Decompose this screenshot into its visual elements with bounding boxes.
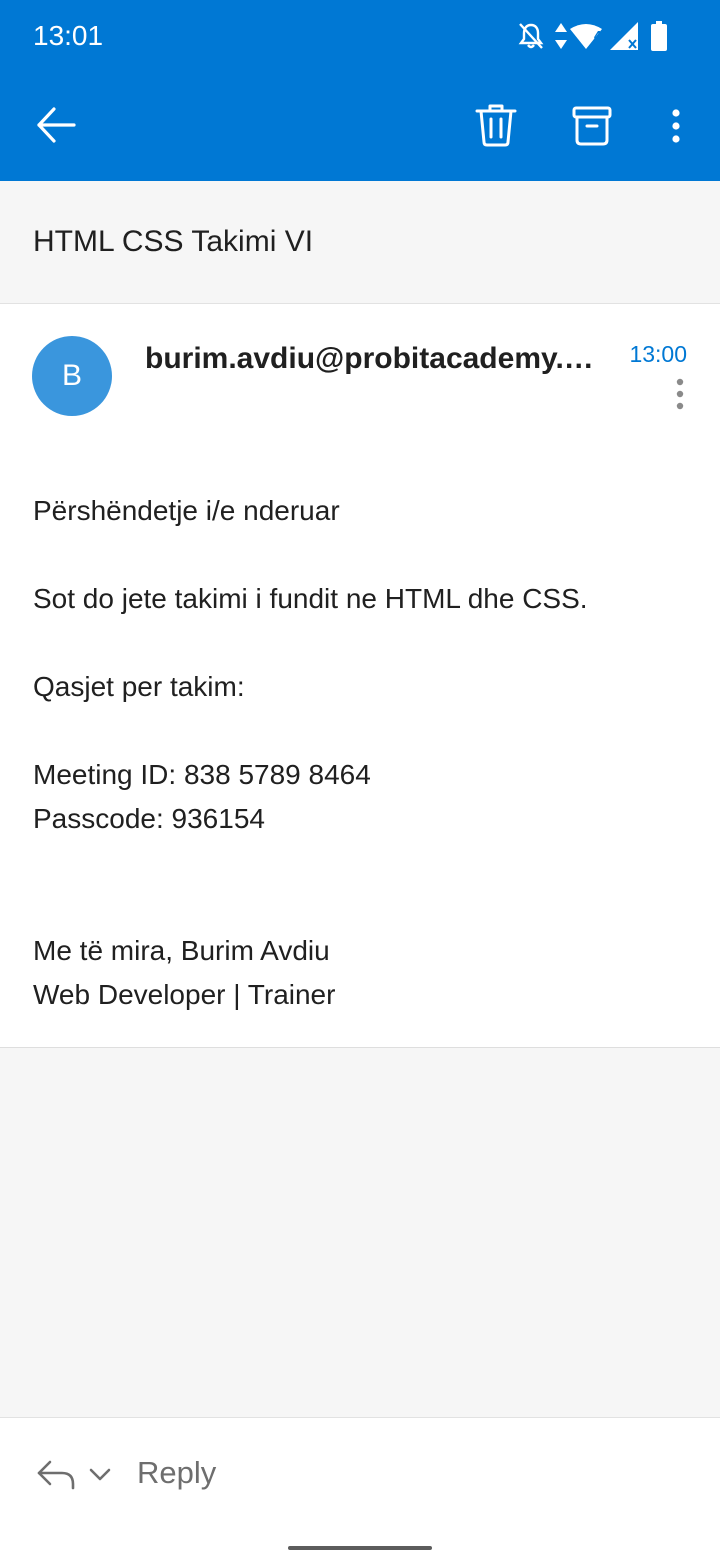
more-vertical-icon [676,378,684,410]
network-type-label: 4 [594,28,602,43]
email-subject: HTML CSS Takimi VI [33,225,314,258]
more-options-button[interactable] [644,93,708,157]
archive-button[interactable] [560,93,624,157]
data-arrows-icon [555,23,567,49]
message-body: Përshëndetje i/e nderuar Sot do jete tak… [33,489,683,1017]
back-button[interactable] [24,93,88,157]
signature-title: Web Developer | Trainer [33,979,336,1010]
body-greeting: Përshëndetje i/e nderuar [33,495,340,526]
body-line: Qasjet per takim: [33,671,245,702]
battery-icon [651,21,667,51]
signal-icon [610,22,638,50]
sender-address[interactable]: burim.avdiu@probitacademy.c... [145,340,605,378]
status-icons: 4 [518,18,698,54]
signoff: Me të mira, Burim Avdiu [33,935,330,966]
status-time: 13:01 [33,20,104,51]
message-card: B burim.avdiu@probitacademy.c... 13:00 P… [0,304,720,1048]
reply-options-button[interactable] [88,1462,112,1486]
chevron-down-icon [89,1468,111,1481]
more-vertical-icon [672,109,680,143]
bell-off-icon [518,23,544,49]
subject-header: HTML CSS Takimi VI [0,181,720,304]
passcode: Passcode: 936154 [33,803,265,834]
body-line: Sot do jete takimi i fundit ne HTML dhe … [33,583,588,614]
top-app-bar: 13:01 4 [0,0,720,181]
home-indicator[interactable] [288,1546,432,1550]
reply-bar: Reply [0,1417,720,1560]
delete-button[interactable] [464,93,528,157]
reply-label[interactable]: Reply [137,1454,216,1492]
meeting-id: Meeting ID: 838 5789 8464 [33,759,371,790]
trash-icon [475,104,517,147]
message-more-button[interactable] [664,376,696,416]
reply-button[interactable] [36,1456,76,1492]
arrow-left-icon [37,107,76,143]
reply-icon [37,1460,75,1490]
archive-icon [572,106,612,146]
message-time: 13:00 [629,341,687,367]
avatar[interactable]: B [32,336,112,416]
empty-area [0,1048,720,1417]
